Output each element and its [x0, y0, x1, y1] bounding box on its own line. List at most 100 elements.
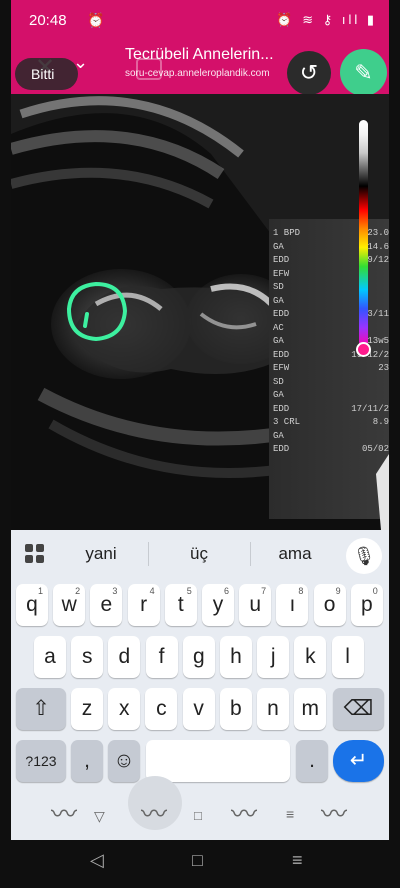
key-label: l	[345, 645, 350, 668]
square-icon[interactable]: □	[194, 808, 202, 823]
key-label: o	[323, 593, 336, 616]
measurement-label: EDD	[273, 444, 290, 454]
measurement-label: EFW	[273, 363, 290, 373]
color-slider[interactable]	[359, 120, 368, 356]
space-key[interactable]	[146, 740, 290, 782]
key-j[interactable]: j	[257, 636, 290, 678]
mic-button[interactable]: 🎙	[346, 538, 382, 574]
key-k[interactable]: k	[294, 636, 327, 678]
measurement-label: SD	[273, 376, 284, 387]
measurement-value	[323, 295, 389, 309]
key-label: r	[140, 593, 148, 616]
measurement-label: EDD	[273, 255, 290, 265]
nav-recents-icon[interactable]: ≡	[292, 850, 303, 871]
suggestion-bar: yani üç ama	[11, 530, 389, 578]
key-label: k	[305, 645, 316, 668]
undo-button[interactable]: ↺	[287, 51, 331, 95]
key-f[interactable]: f	[145, 636, 178, 678]
key-label: t	[177, 593, 184, 616]
key-t[interactable]: t5	[164, 584, 197, 626]
shift-key[interactable]: ⇧	[16, 688, 66, 730]
nav-back-icon[interactable]: ◁	[90, 850, 104, 871]
key-u[interactable]: u7	[239, 584, 272, 626]
key-c[interactable]: c	[145, 688, 178, 730]
key-hint: 3	[112, 586, 118, 596]
key-ı[interactable]: ı8	[276, 584, 309, 626]
measurement-value	[323, 281, 389, 295]
measurement-value: 19/12	[361, 255, 389, 265]
key-label: g	[192, 645, 205, 668]
key-s[interactable]: s	[71, 636, 104, 678]
key-n[interactable]: n	[257, 688, 289, 730]
measurement-label: AC	[273, 322, 284, 333]
menu-lines-icon[interactable]: ≡	[286, 806, 294, 822]
key-label: d	[118, 645, 131, 668]
key-label: n	[267, 697, 279, 720]
alarm-icon: ⏰	[87, 12, 105, 28]
measurement-value: 23.0	[367, 228, 389, 238]
measurement-value	[323, 376, 389, 390]
key-g[interactable]: g	[182, 636, 215, 678]
key-d[interactable]: d	[108, 636, 141, 678]
key-o[interactable]: o9	[313, 584, 346, 626]
key-l[interactable]: l	[331, 636, 364, 678]
mic-icon: 🎙	[352, 546, 376, 566]
system-nav-bar: ◁ □ ≡	[0, 840, 400, 888]
key-hint: 2	[75, 586, 81, 596]
nav-home-icon[interactable]: □	[192, 850, 203, 871]
comma-key[interactable]: ,	[71, 740, 103, 782]
measurement-label: GA	[273, 390, 284, 400]
backspace-key[interactable]: ⌫	[333, 688, 384, 730]
key-label: c	[156, 697, 167, 720]
key-q[interactable]: q1	[16, 584, 48, 626]
key-p[interactable]: p0	[350, 584, 383, 626]
key-label: m	[301, 697, 319, 720]
back-triangle-icon[interactable]: ▽	[94, 808, 105, 825]
key-v[interactable]: v	[182, 688, 215, 730]
period-key[interactable]: .	[296, 740, 328, 782]
key-label: p	[360, 593, 373, 616]
measurement-label: 1 BPD	[273, 228, 301, 238]
status-icons: ⏰ ≋ ⚷ ıll ▮	[276, 12, 377, 27]
key-b[interactable]: b	[219, 688, 252, 730]
key-e[interactable]: e3	[90, 584, 123, 626]
squiggle-icon: 〰	[141, 799, 168, 829]
key-label: e	[100, 593, 113, 616]
pen-button[interactable]: ✎	[340, 49, 387, 96]
key-r[interactable]: r4	[127, 584, 160, 626]
enter-key[interactable]: ↵	[333, 740, 384, 782]
color-slider-thumb[interactable]	[356, 342, 371, 357]
measurement-value	[323, 322, 389, 336]
done-button[interactable]: Bitti	[15, 58, 78, 90]
measurement-label: EFW	[273, 268, 290, 279]
key-label: s	[81, 645, 93, 668]
key-a[interactable]: a	[34, 636, 66, 678]
ultrasound-image[interactable]: 1 BPD GA EDD EFW SD GA EDD AC GA EDD EFW SD GA EDD 3 C…	[11, 94, 389, 530]
key-z[interactable]: z	[71, 688, 103, 730]
key-h[interactable]: h	[220, 636, 252, 678]
key-w[interactable]: w2	[53, 584, 86, 626]
measurement-value: 13/11	[361, 309, 389, 319]
key-x[interactable]: x	[108, 688, 141, 730]
key-hint: 5	[186, 586, 192, 596]
suggestion-2[interactable]: üç	[149, 544, 249, 564]
key-hint: 1	[37, 586, 43, 596]
measurement-label: EDD	[273, 349, 290, 360]
measurement-label: GA	[273, 241, 284, 252]
emoji-key[interactable]: ☺	[108, 740, 140, 782]
measurement-value: 8.9	[372, 417, 389, 427]
key-m[interactable]: m	[294, 688, 327, 730]
suggestion-3[interactable]: ama	[245, 544, 345, 564]
measurement-label: GA	[273, 336, 284, 346]
suggestion-1[interactable]: yani	[51, 544, 151, 564]
measurement-label: GA	[273, 295, 284, 306]
squiggle-icon: 〰	[321, 799, 348, 829]
status-bar: 20:48 ⏰ ⏰ ≋ ⚷ ıll ▮	[11, 0, 389, 42]
apps-grid-icon[interactable]	[25, 544, 45, 564]
key-y[interactable]: y6	[202, 584, 234, 626]
key-hint: 7	[261, 586, 267, 596]
status-time: 20:48	[29, 12, 67, 29]
measurement-label: SD	[273, 282, 284, 292]
screenshot-icon	[136, 58, 162, 80]
symbols-key[interactable]: ?123	[16, 740, 66, 782]
